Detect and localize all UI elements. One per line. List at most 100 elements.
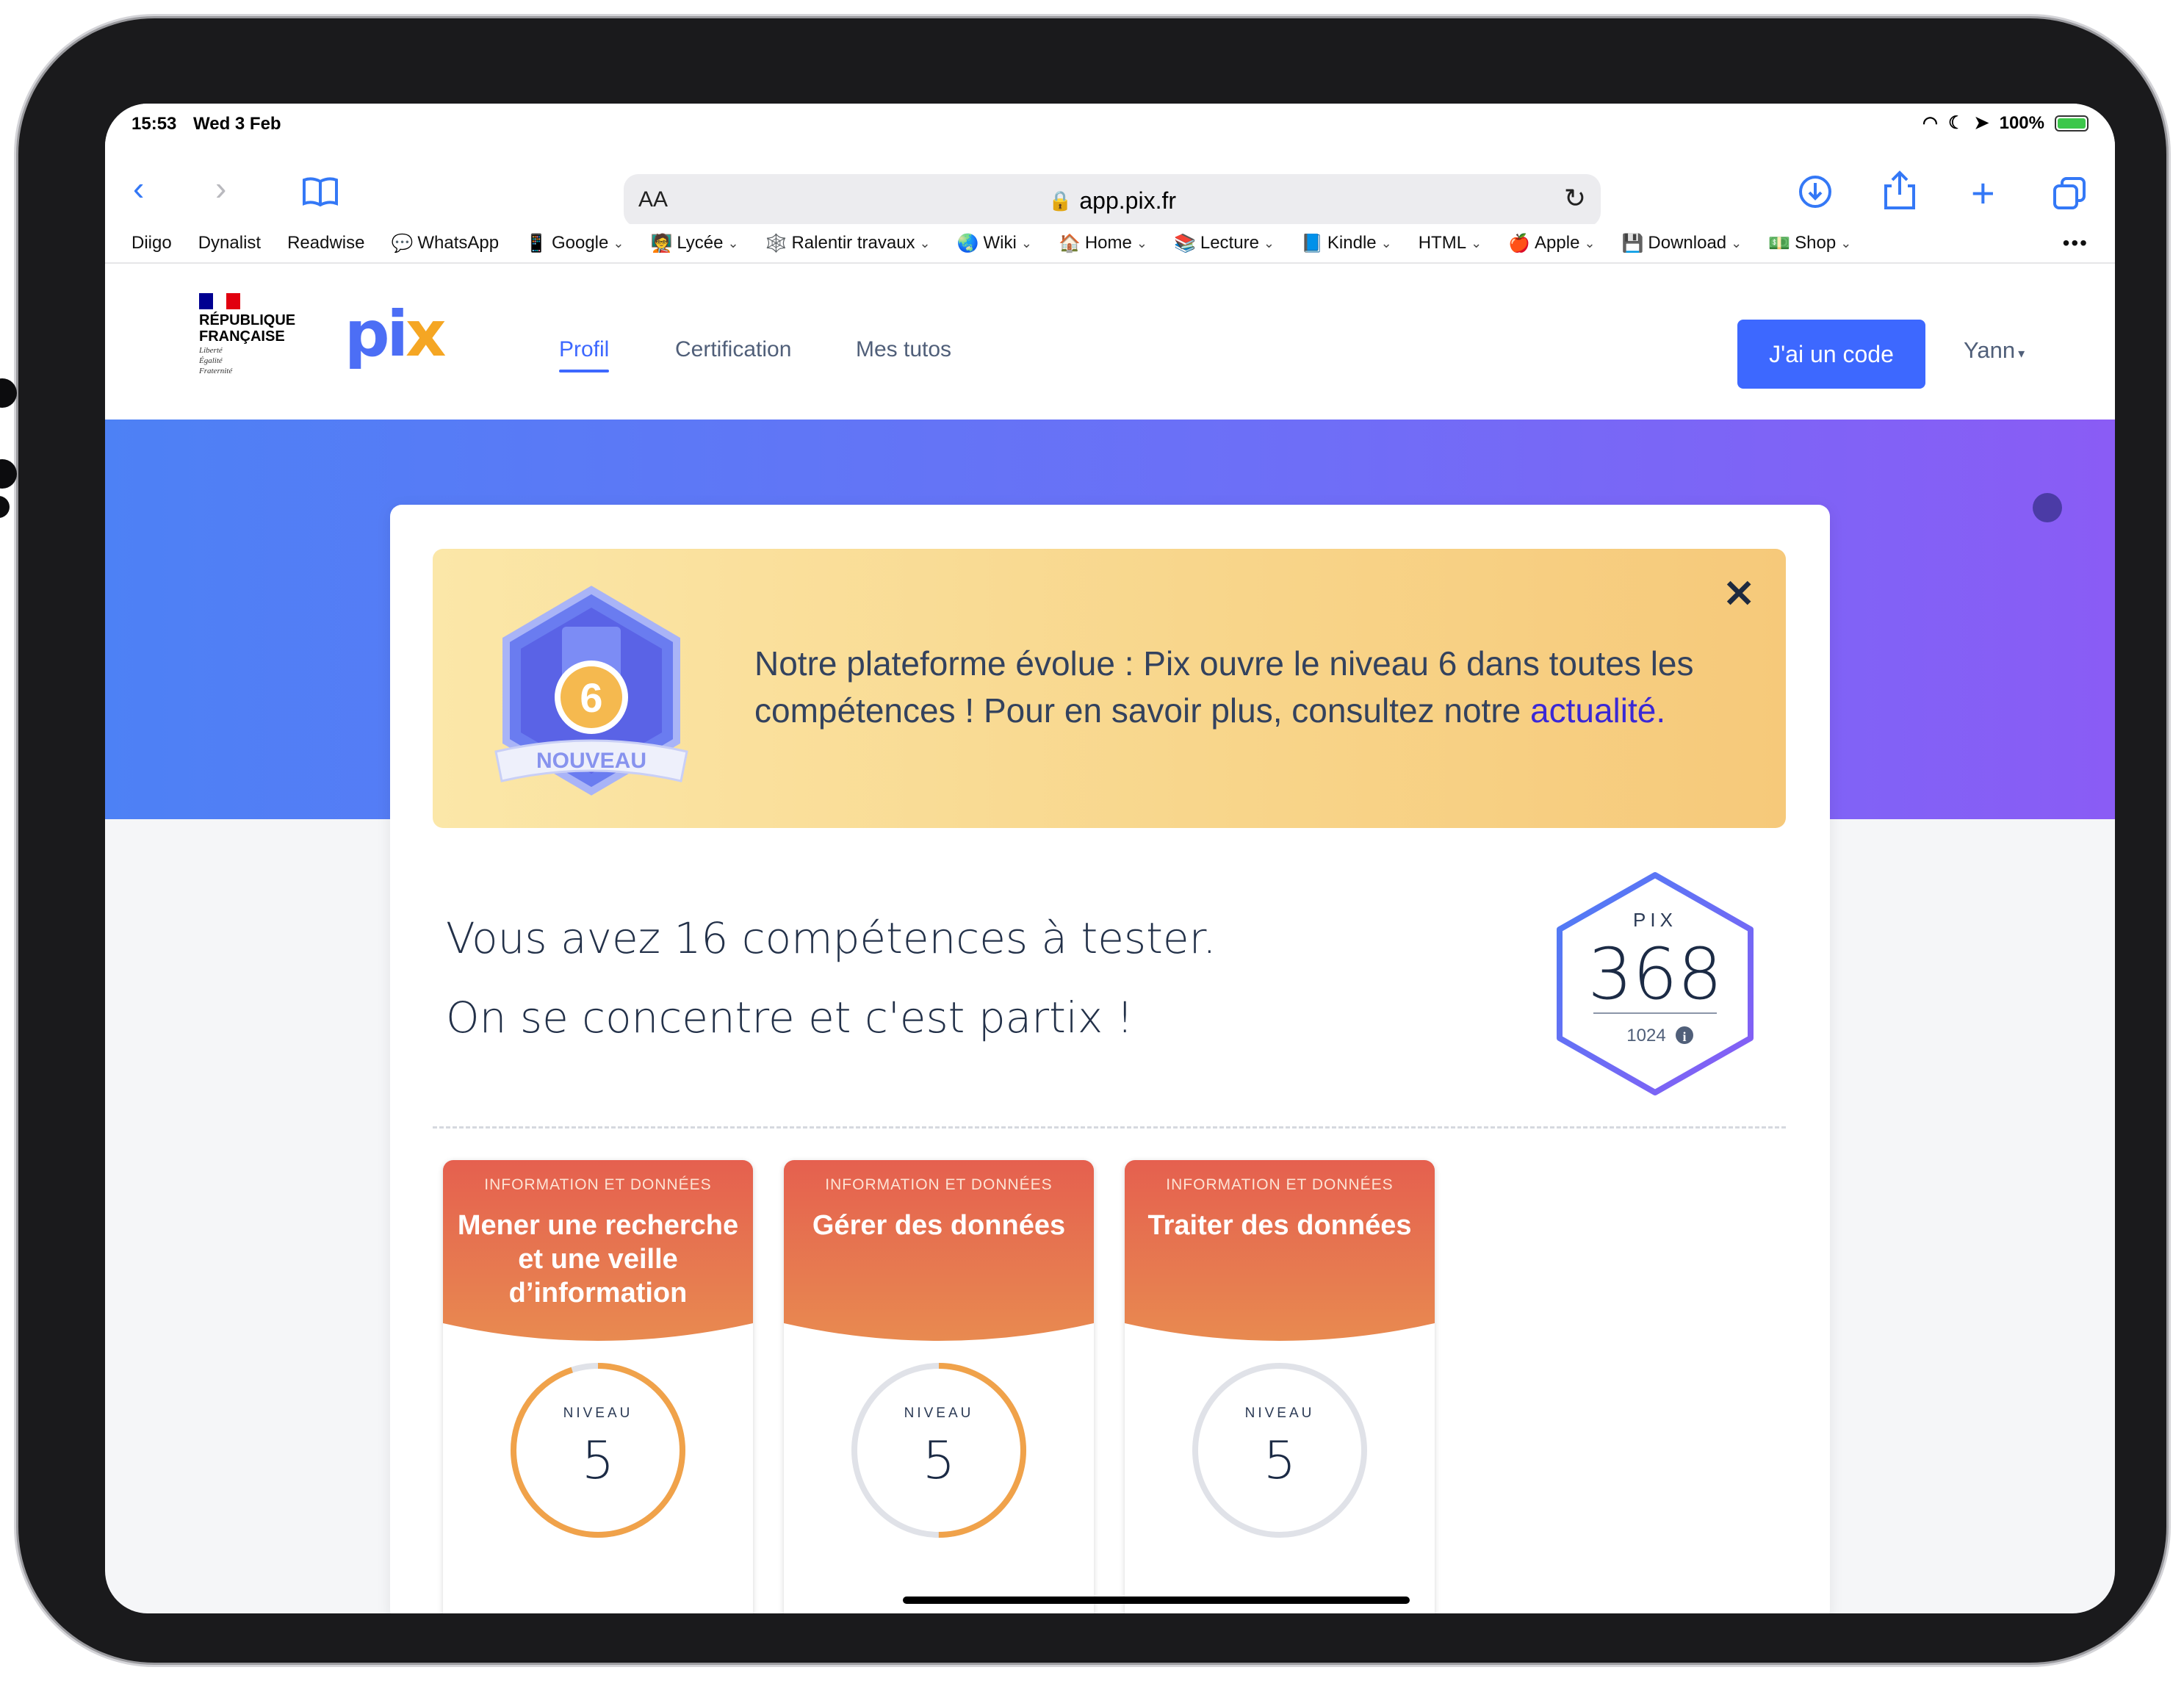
competence-card[interactable]: INFORMATION ET DONNÉES Traiter des donnée… [1125, 1160, 1435, 1613]
bookmark-item[interactable]: Readwise [287, 233, 364, 253]
bookmark-item[interactable]: 📚 Lecture ⌄ [1174, 233, 1275, 254]
download-icon[interactable] [1798, 174, 1833, 215]
chevron-down-icon: ⌄ [1584, 235, 1596, 251]
reader-aa-button[interactable]: AA [638, 187, 668, 212]
announcement-banner: 6 NOUVEAU Notre plateforme évolue : Pix … [433, 549, 1786, 828]
competence-card[interactable]: INFORMATION ET DONNÉES Mener une recherch… [443, 1160, 753, 1613]
bookmark-item[interactable]: Dynalist [198, 233, 261, 253]
chevron-down-icon: ⌄ [1840, 235, 1852, 251]
user-menu[interactable]: Yann ▾ [1964, 337, 2025, 364]
bookmark-item[interactable]: 🕸️ Ralentir travaux ⌄ [765, 233, 931, 254]
reload-icon[interactable]: ↻ [1564, 183, 1586, 214]
banner-text: Notre plateforme évolue : Pix ouvre le n… [754, 640, 1754, 734]
pix-logo[interactable]: pix [345, 298, 447, 371]
svg-text:i: i [1682, 1029, 1686, 1044]
bookmark-label: Download [1648, 233, 1727, 253]
score-max: 1024 [1626, 1026, 1665, 1045]
more-options-button[interactable]: ••• [2063, 231, 2089, 255]
banner-suffix: . [1656, 691, 1666, 730]
bookmark-item[interactable]: Diigo [131, 233, 172, 253]
nav-mes-tutos[interactable]: Mes tutos [856, 337, 951, 362]
bookmark-label: Dynalist [198, 233, 262, 253]
chevron-down-icon: ⌄ [1471, 235, 1482, 251]
competence-card[interactable]: INFORMATION ET DONNÉES Gérer des données N… [784, 1160, 1094, 1613]
bookmark-item[interactable]: 🧑‍🏫 Lycée ⌄ [650, 233, 738, 254]
chevron-down-icon: ⌄ [1020, 235, 1032, 251]
lock-icon: 🔒 [1048, 189, 1073, 212]
bookmark-item[interactable]: 🌏 Wiki ⌄ [957, 233, 1032, 254]
chevron-down-icon: ⌄ [613, 235, 624, 251]
bookmark-favicon-icon: 🏠 [1058, 233, 1081, 253]
bookmark-item[interactable]: 🏠 Home ⌄ [1059, 233, 1147, 254]
screen: 15:53 Wed 3 Feb ◠ ☾ ➤ 100% ‹ › AA 🔒 app.… [105, 104, 2115, 1613]
close-icon[interactable]: ✕ [1723, 572, 1755, 616]
back-icon[interactable]: ‹ [133, 171, 144, 205]
bookmarks-bar: Diigo Dynalist Readwise 💬 WhatsApp 📱 Google ⌄ 🧑‍… [105, 224, 2115, 264]
level-label: NIVEAU [563, 1405, 633, 1421]
bookmarks-book-icon[interactable] [302, 177, 339, 212]
user-name: Yann [1964, 337, 2016, 363]
bookmark-item[interactable]: 📘 Kindle ⌄ [1301, 233, 1392, 254]
status-indicators: ◠ ☾ ➤ 100% [1922, 112, 2089, 134]
pix-score-hexagon: PIX 368 1024 i [1545, 869, 1765, 1102]
bookmark-favicon-icon: 🕸️ [765, 233, 788, 253]
bookmark-favicon-icon: 🧑‍🏫 [650, 233, 673, 253]
bookmark-label: Lycée [677, 233, 724, 253]
share-icon[interactable] [1883, 170, 1917, 216]
nav-certification[interactable]: Certification [675, 337, 791, 362]
code-button[interactable]: J'ai un code [1737, 320, 1925, 389]
bookmark-label: Google [551, 233, 609, 253]
new-tab-icon[interactable]: + [1971, 173, 1995, 214]
chevron-down-icon: ⌄ [727, 235, 739, 251]
bookmark-favicon-icon: 💬 [391, 233, 414, 253]
level-value: 5 [922, 1430, 956, 1491]
competence-domain: INFORMATION ET DONNÉES [825, 1176, 1053, 1193]
competence-domain: INFORMATION ET DONNÉES [1166, 1176, 1394, 1193]
section-divider [433, 1126, 1786, 1129]
address-bar[interactable]: AA 🔒 app.pix.fr ↻ [624, 174, 1601, 227]
bookmark-label: Apple [1535, 233, 1580, 253]
level-label: NIVEAU [1244, 1405, 1315, 1421]
bookmark-favicon-icon: 🌏 [956, 233, 979, 253]
camera-sensor [0, 496, 10, 518]
url-text: app.pix.fr [1079, 187, 1176, 214]
chevron-down-icon: ⌄ [1136, 235, 1147, 251]
banner-link[interactable]: actualité [1530, 691, 1656, 730]
level-label: NIVEAU [904, 1405, 974, 1421]
status-bar: 15:53 Wed 3 Feb ◠ ☾ ➤ 100% [105, 104, 2115, 145]
level-value: 5 [581, 1430, 615, 1491]
badge-number: 6 [580, 674, 602, 721]
chevron-down-icon: ⌄ [1380, 235, 1392, 251]
moon-icon: ☾ [1947, 113, 1964, 133]
logo-x: x [406, 298, 447, 371]
bookmark-item[interactable]: 🍎 Apple ⌄ [1508, 233, 1595, 254]
logo-main: pi [345, 298, 408, 371]
bookmark-item[interactable]: 💵 Shop ⌄ [1768, 233, 1851, 254]
score-label: PIX [1633, 909, 1677, 931]
tabs-overview-icon[interactable] [2052, 176, 2087, 216]
status-date: Wed 3 Feb [193, 114, 281, 134]
safari-toolbar: ‹ › AA 🔒 app.pix.fr ↻ + [105, 145, 2115, 227]
bookmark-label: Kindle [1327, 233, 1377, 253]
bookmark-favicon-icon: 📘 [1301, 233, 1323, 253]
pix-header: RÉPUBLIQUE FRANÇAISE Liberté Égalité Fra… [105, 264, 2115, 420]
intro-line2: On se concentre et c'est partix ! [446, 993, 1134, 1043]
nav-profil[interactable]: Profil [559, 337, 610, 372]
competence-name: Traiter des données [1147, 1210, 1412, 1241]
bookmark-label: Lecture [1200, 233, 1259, 253]
rf-motto: Égalité [199, 356, 223, 365]
ipad-frame: 15:53 Wed 3 Feb ◠ ☾ ➤ 100% ‹ › AA 🔒 app.… [0, 18, 2166, 1663]
bookmark-favicon-icon: 📚 [1173, 233, 1196, 253]
bookmark-item[interactable]: 📱 Google ⌄ [525, 233, 624, 254]
level-value: 5 [1263, 1430, 1297, 1491]
bookmark-label: Shop [1795, 233, 1837, 253]
bookmark-item[interactable]: HTML ⌄ [1419, 233, 1482, 253]
rf-motto: Fraternité [199, 367, 233, 375]
bookmark-label: Home [1084, 233, 1132, 253]
bookmark-item[interactable]: 💾 Download ⌄ [1622, 233, 1742, 254]
republique-francaise-logo[interactable]: RÉPUBLIQUE FRANÇAISE Liberté Égalité Fra… [199, 293, 295, 375]
forward-icon[interactable]: › [215, 171, 226, 205]
competence-name: Gérer des données [812, 1210, 1066, 1241]
bookmark-item[interactable]: 💬 WhatsApp [391, 233, 499, 254]
rf-line1: RÉPUBLIQUE [199, 312, 296, 328]
